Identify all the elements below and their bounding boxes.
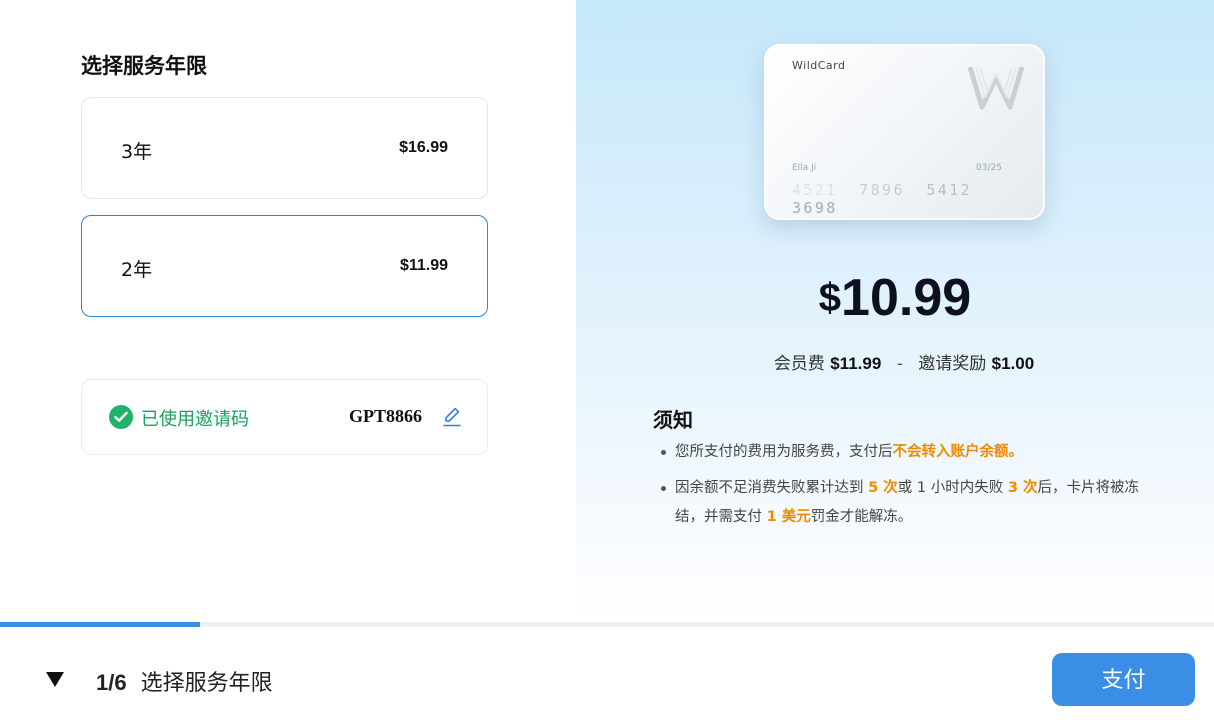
notice-item: 因余额不足消费失败累计达到 5 次或 1 小时内失败 3 次后，卡片将被冻结，并… [659,474,1149,532]
plan-duration: 2年 [121,259,153,281]
virtual-card: WildCard Ella Ji 03/25 4521 7896 5412 36… [764,44,1045,220]
invite-code: GPT8866 [349,406,423,426]
card-holder: Ella Ji [792,163,817,173]
notice-item: 您所支付的费用为服务费，支付后不会转入账户余额。 [659,438,1149,467]
invite-code-box: 已使用邀请码 GPT8866 [81,379,488,455]
notice-highlight: 5 次 [868,480,898,496]
fee-value: $11.99 [830,354,882,373]
price-breakdown: 会员费 $11.99 - 邀请奖励 $1.00 [576,349,1214,374]
step-indicator: 1/6 选择服务年限 [96,665,273,697]
price-currency: $ [818,276,842,320]
card-number: 4521 7896 5412 3698 [792,181,1045,217]
plan-price: $11.99 [399,257,448,274]
card-number-group: 3698 [792,199,838,217]
section-title: 选择服务年限 [81,54,207,78]
notice-highlight: 1 美元 [766,509,811,525]
notice-highlight: 3 次 [1007,480,1038,496]
card-number-group: 4521 [792,181,838,199]
breakdown-separator: - [896,354,903,374]
page: 选择服务年限 3年 $16.99 2年 $11.99 已使用邀请码 GPT886… [0,0,1214,720]
step-title: 选择服务年限 [140,671,273,696]
caret-down-icon[interactable] [44,670,66,692]
notice-list: 您所支付的费用为服务费，支付后不会转入账户余额。 因余额不足消费失败累计达到 5… [659,438,1149,532]
reward-label: 邀请奖励 [918,354,987,374]
plan-option-3-year[interactable]: 3年 $16.99 [81,97,488,199]
wildcard-logo [967,64,1025,114]
fee-label: 会员费 [773,354,825,374]
pencil-icon[interactable] [441,405,463,429]
invite-status-label: 已使用邀请码 [141,409,249,430]
plan-selection-panel: 选择服务年限 3年 $16.99 2年 $11.99 已使用邀请码 GPT886… [0,0,576,622]
notice-text: 罚金才能解冻。 [810,509,913,525]
card-number-group: 5412 [926,181,973,199]
plan-option-2-year[interactable]: 2年 $11.99 [81,215,488,317]
plan-duration: 3年 [121,141,153,163]
check-circle-icon [109,405,133,429]
notice-text: 或 1 小时内失败 [897,480,1008,496]
pay-button[interactable]: 支付 [1052,653,1195,706]
card-expiry: 03/25 [976,163,1002,173]
price-amount: 10.99 [841,269,972,327]
notice-title: 须知 [653,408,693,432]
card-number-group: 7896 [859,181,905,199]
footer-bar: 1/6 选择服务年限 支付 [0,627,1214,720]
reward-value: $1.00 [991,354,1035,373]
step-count: 1/6 [96,670,127,695]
plan-price: $16.99 [399,139,448,156]
notice-text: 您所支付的费用为服务费，支付后 [675,444,893,460]
card-brand: WildCard [792,59,846,72]
summary-panel: WildCard Ella Ji 03/25 4521 7896 5412 36… [576,0,1214,622]
notice-highlight: 不会转入账户余额。 [892,444,1024,460]
notice-text: 因余额不足消费失败累计达到 [675,480,869,496]
total-price: $10.99 [576,268,1214,328]
